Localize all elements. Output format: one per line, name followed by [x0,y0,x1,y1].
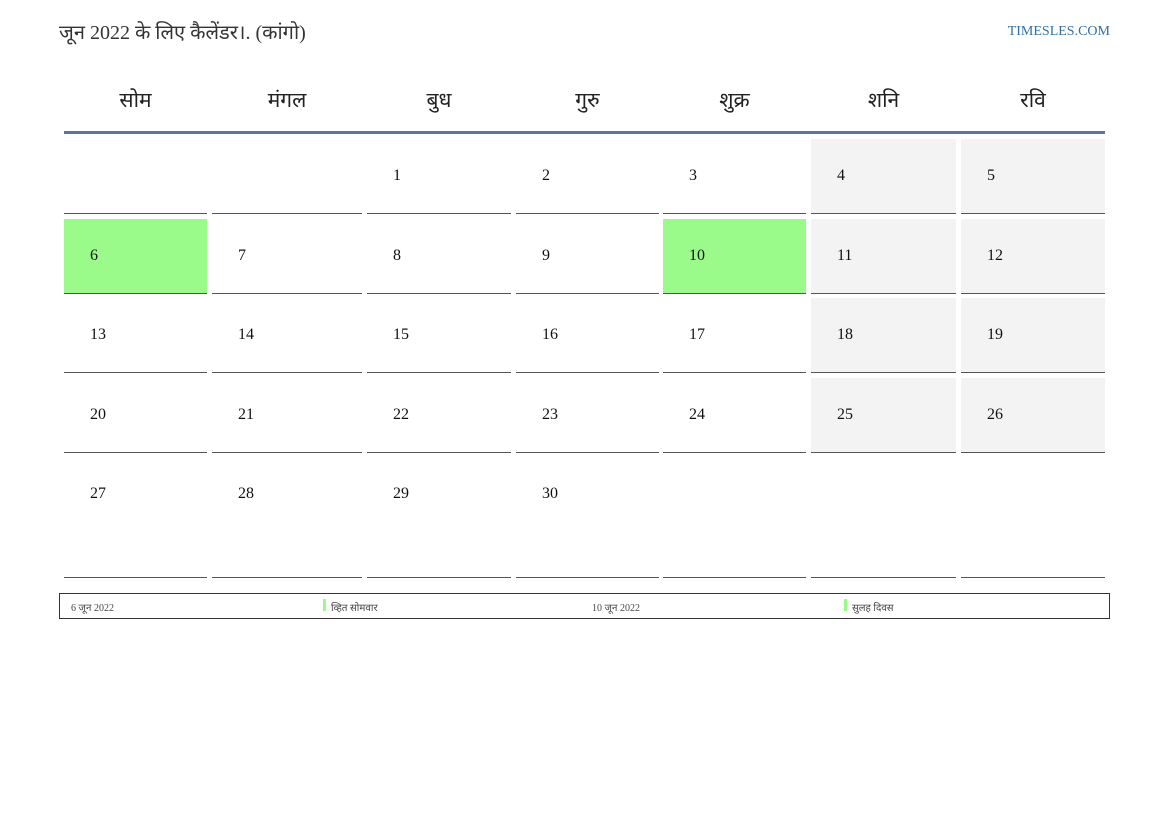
day-number: 22 [393,406,409,423]
day-number: 2 [542,167,550,184]
day-number: 27 [90,485,106,502]
day-cell[interactable]: 9 [516,219,659,294]
day-number: 25 [837,406,853,423]
day-number: 7 [238,247,246,264]
day-number: 20 [90,406,106,423]
day-number: 13 [90,326,106,343]
day-cell[interactable]: 15 [367,298,511,373]
legend-holiday-name: व्हित सोमवार [331,603,378,614]
legend-date: 10 जून 2022 [592,603,640,614]
day-number: 14 [238,326,254,343]
day-number: 21 [238,406,254,423]
day-number: 6 [90,247,98,264]
day-cell[interactable]: 8 [367,219,511,294]
page-title: जून 2022 के लिए कैलेंडर।. (कांगो) [59,22,306,44]
day-cell[interactable]: 6 [64,219,207,294]
day-cell[interactable]: 10 [663,219,806,294]
day-number: 12 [987,247,1003,264]
day-number: 1 [393,167,401,184]
day-number: 10 [689,247,705,264]
day-cell[interactable]: 4 [811,139,956,214]
day-number: 18 [837,326,853,343]
empty-day-cell [64,139,207,214]
day-number: 4 [837,167,845,184]
legend-date: 6 जून 2022 [71,603,114,614]
day-cell[interactable]: 2 [516,139,659,214]
day-cell[interactable]: 18 [811,298,956,373]
day-number: 16 [542,326,558,343]
weekday-label: शुक्र [719,88,750,112]
site-link[interactable]: TIMESLES.COM [1008,24,1110,40]
day-cell[interactable]: 5 [961,139,1105,214]
day-cell[interactable]: 13 [64,298,207,373]
empty-day-cell [212,139,362,214]
weekday-label: गुरु [575,88,600,112]
day-cell[interactable]: 22 [367,378,511,453]
day-cell[interactable]: 7 [212,219,362,294]
day-cell[interactable]: 1 [367,139,511,214]
day-cell[interactable]: 12 [961,219,1105,294]
day-cell[interactable]: 30 [516,457,659,578]
day-number: 15 [393,326,409,343]
day-cell[interactable]: 29 [367,457,511,578]
weekday-label: बुध [426,88,452,112]
weekday-label: मंगल [267,88,307,112]
day-cell[interactable]: 20 [64,378,207,453]
day-number: 28 [238,485,254,502]
weekday-label: शनि [867,88,900,112]
header-divider [64,131,1105,134]
day-number: 8 [393,247,401,264]
day-cell[interactable]: 3 [663,139,806,214]
day-cell[interactable]: 28 [212,457,362,578]
holiday-legend: 6 जून 2022 व्हित सोमवार 10 जून 2022 सुलह… [59,593,1110,619]
day-cell[interactable]: 24 [663,378,806,453]
weekday-label: सोम [119,88,152,112]
empty-day-cell [961,457,1105,578]
day-number: 30 [542,485,558,502]
day-cell[interactable]: 27 [64,457,207,578]
day-cell[interactable]: 19 [961,298,1105,373]
day-cell[interactable]: 17 [663,298,806,373]
legend-holiday-name: सुलह दिवस [852,603,894,614]
day-cell[interactable]: 14 [212,298,362,373]
day-number: 23 [542,406,558,423]
day-cell[interactable]: 21 [212,378,362,453]
day-number: 11 [837,247,853,264]
weekday-label: रवि [1020,88,1046,112]
legend-color-marker [323,599,326,611]
empty-day-cell [663,457,806,578]
day-cell[interactable]: 23 [516,378,659,453]
day-number: 19 [987,326,1003,343]
day-cell[interactable]: 16 [516,298,659,373]
day-number: 5 [987,167,995,184]
day-cell[interactable]: 26 [961,378,1105,453]
day-number: 24 [689,406,705,423]
day-number: 29 [393,485,409,502]
day-number: 9 [542,247,550,264]
day-cell[interactable]: 25 [811,378,956,453]
day-number: 26 [987,406,1003,423]
legend-color-marker [844,599,847,611]
day-cell[interactable]: 11 [811,219,956,294]
empty-day-cell [811,457,956,578]
day-number: 3 [689,167,697,184]
day-number: 17 [689,326,705,343]
